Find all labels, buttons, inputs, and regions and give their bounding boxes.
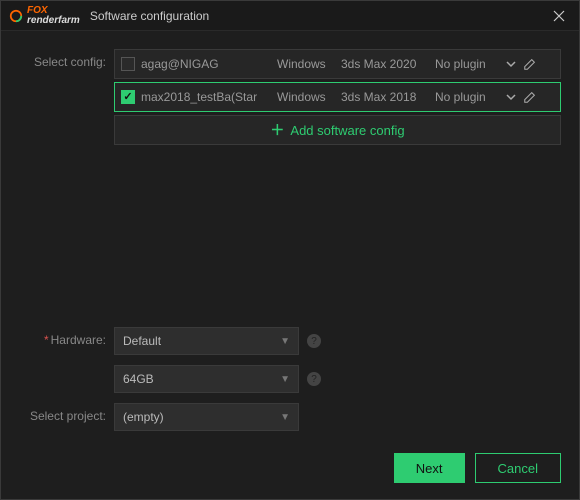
config-name: agag@NIGAG — [141, 57, 271, 71]
caret-down-icon: ▼ — [280, 412, 290, 423]
project-select[interactable]: (empty) ▼ — [114, 403, 299, 431]
add-config-button[interactable]: ＋ Add software config — [114, 115, 561, 145]
hardware-memory-value: 64GB — [123, 372, 154, 386]
project-value: (empty) — [123, 410, 164, 424]
hardware-type-value: Default — [123, 334, 161, 348]
hardware-type-select[interactable]: Default ▼ — [114, 327, 299, 355]
help-icon[interactable]: ? — [307, 334, 321, 348]
config-row[interactable]: ✓ max2018_testBa(Star Windows 3ds Max 20… — [114, 82, 561, 112]
content: Select config: agag@NIGAG Windows 3ds Ma… — [1, 31, 579, 453]
config-row[interactable]: agag@NIGAG Windows 3ds Max 2020 No plugi… — [114, 49, 561, 79]
caret-down-icon: ▼ — [280, 336, 290, 347]
brand-prefix: FOX — [27, 6, 80, 16]
edit-icon[interactable] — [523, 90, 537, 104]
config-plugin: No plugin — [435, 90, 499, 104]
config-software: 3ds Max 2018 — [341, 90, 429, 104]
chevron-down-icon[interactable] — [505, 58, 517, 70]
config-plugin: No plugin — [435, 57, 499, 71]
select-config-row: Select config: agag@NIGAG Windows 3ds Ma… — [19, 49, 561, 145]
caret-down-icon: ▼ — [280, 374, 290, 385]
add-config-label: Add software config — [290, 123, 404, 138]
spacer — [19, 153, 561, 323]
memory-row: 64GB ▼ ? — [19, 365, 561, 393]
logo: FOX renderfarm — [9, 6, 80, 26]
project-row: Select project: (empty) ▼ — [19, 403, 561, 431]
hardware-row: Hardware: Default ▼ ? — [19, 327, 561, 355]
config-software: 3ds Max 2020 — [341, 57, 429, 71]
select-project-label: Select project: — [19, 403, 114, 423]
next-button[interactable]: Next — [394, 453, 465, 483]
close-icon — [553, 10, 565, 22]
window: FOX renderfarm Software configuration Se… — [0, 0, 580, 500]
titlebar: FOX renderfarm Software configuration — [1, 1, 579, 31]
cancel-button[interactable]: Cancel — [475, 453, 561, 483]
plus-icon: ＋ — [270, 120, 284, 140]
config-name: max2018_testBa(Star — [141, 90, 271, 104]
config-os: Windows — [277, 90, 335, 104]
config-list: agag@NIGAG Windows 3ds Max 2020 No plugi… — [114, 49, 561, 145]
config-checkbox[interactable] — [121, 57, 135, 71]
logo-icon — [9, 9, 23, 23]
brand-suffix: renderfarm — [27, 16, 80, 26]
config-checkbox[interactable]: ✓ — [121, 90, 135, 104]
hardware-memory-select[interactable]: 64GB ▼ — [114, 365, 299, 393]
check-icon: ✓ — [123, 92, 132, 103]
footer: Next Cancel — [1, 453, 579, 499]
chevron-down-icon[interactable] — [505, 91, 517, 103]
close-button[interactable] — [547, 8, 571, 24]
select-config-label: Select config: — [19, 49, 114, 69]
config-os: Windows — [277, 57, 335, 71]
memory-label — [19, 365, 114, 371]
cancel-label: Cancel — [498, 461, 538, 476]
window-title: Software configuration — [90, 9, 209, 23]
help-icon[interactable]: ? — [307, 372, 321, 386]
hardware-label: Hardware: — [19, 327, 114, 347]
next-label: Next — [416, 461, 443, 476]
edit-icon[interactable] — [523, 57, 537, 71]
